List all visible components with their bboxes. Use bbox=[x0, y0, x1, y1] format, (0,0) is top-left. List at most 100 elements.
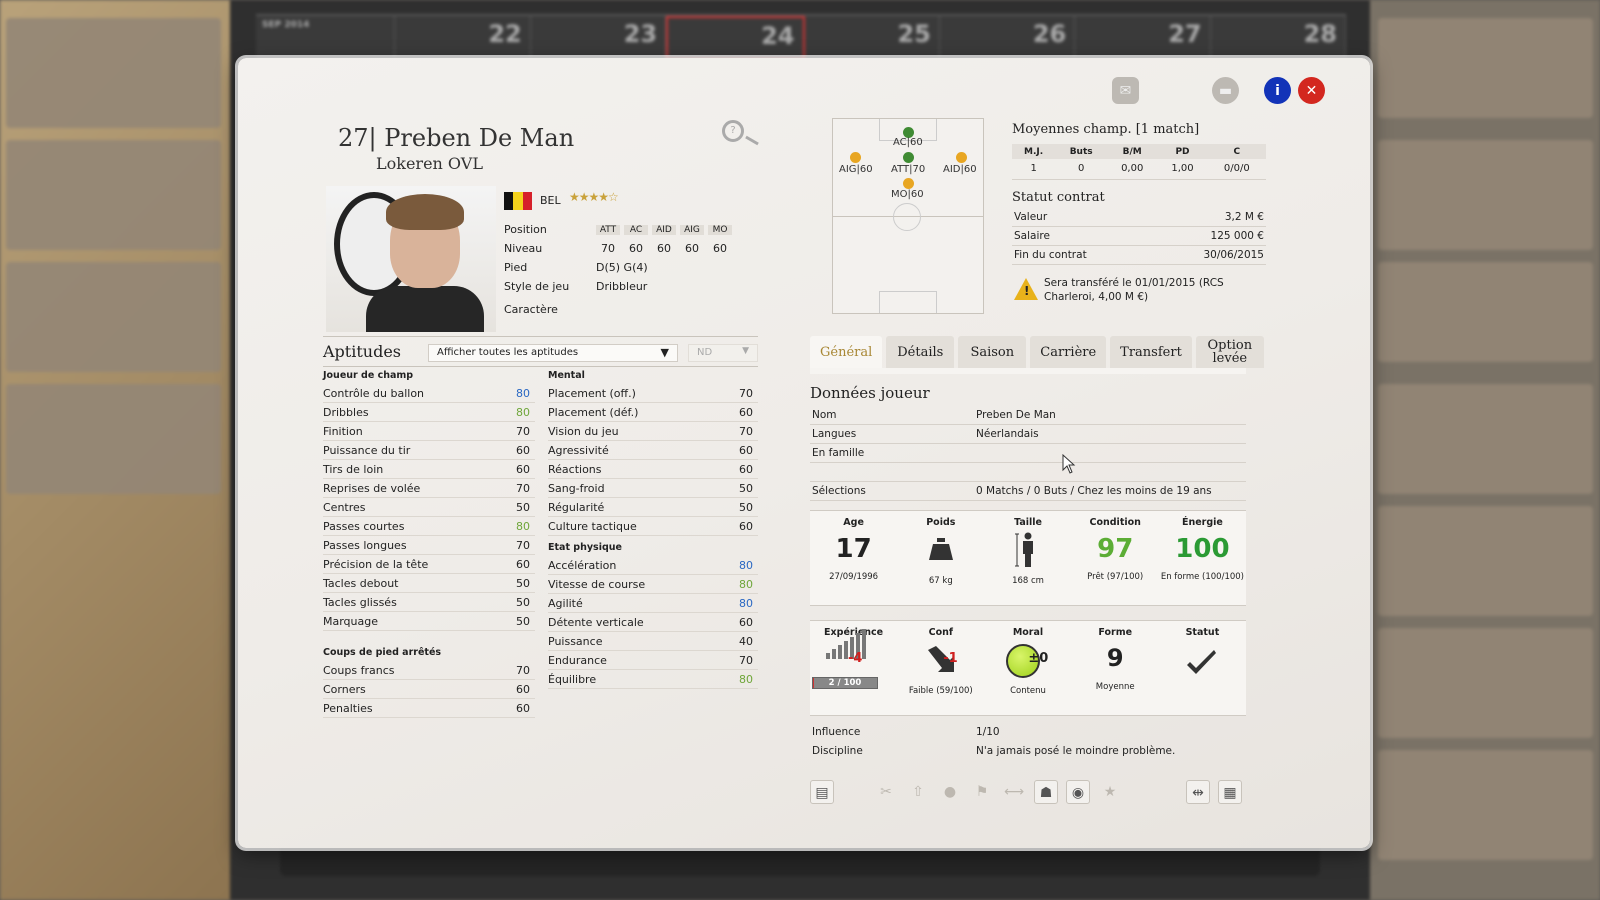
physique-skill-row: Vitesse de course 80 bbox=[548, 575, 758, 594]
eye-icon[interactable]: ◉ bbox=[1066, 780, 1090, 804]
compare-icon[interactable]: ⇹ bbox=[1186, 780, 1210, 804]
skill-value: 60 bbox=[516, 443, 530, 457]
info-icon: i bbox=[1275, 82, 1280, 99]
height-value: 168 cm bbox=[1012, 576, 1044, 586]
skill-value: 70 bbox=[516, 481, 530, 495]
player-data-title: Données joueur bbox=[810, 384, 930, 402]
tab-saison[interactable]: Saison bbox=[958, 336, 1027, 368]
skill-value: 80 bbox=[516, 519, 530, 533]
pied-label: Pied bbox=[504, 261, 528, 274]
meeting-icon[interactable]: ☗ bbox=[1034, 780, 1058, 804]
row-key: Influence bbox=[812, 725, 861, 738]
niveau-value: 60 bbox=[685, 242, 699, 255]
etat-physique-heading: Etat physique bbox=[548, 542, 622, 553]
niveau-value: 60 bbox=[713, 242, 727, 255]
contract-key: Salaire bbox=[1014, 230, 1050, 242]
bg-panel bbox=[6, 262, 221, 372]
skill-name: Accélération bbox=[548, 558, 617, 572]
averages-header-row: M.J. Buts B/M PD C bbox=[1012, 144, 1266, 159]
style-value: Dribbleur bbox=[596, 280, 648, 293]
pied-value: D(5) G(4) bbox=[596, 261, 648, 274]
skill-name: Coups francs bbox=[323, 663, 395, 677]
bg-panel bbox=[1378, 628, 1593, 738]
skill-name: Vision du jeu bbox=[548, 424, 619, 438]
joueur-skill-row: Dribbles 80 bbox=[323, 403, 535, 422]
stat-age: Age 17 27/09/1996 bbox=[810, 511, 897, 605]
club-name[interactable]: Lokeren OVL bbox=[376, 154, 574, 173]
notes-icon[interactable]: ▤ bbox=[810, 780, 834, 804]
tab-option-levee[interactable]: Option levée bbox=[1195, 336, 1264, 368]
bg-panel bbox=[1378, 140, 1593, 250]
spacer-row bbox=[810, 463, 1246, 482]
tab-transfert[interactable]: Transfert bbox=[1110, 336, 1192, 368]
joueur-skill-row: Précision de la tête 60 bbox=[323, 555, 535, 574]
skill-value: 60 bbox=[516, 701, 530, 715]
skill-name: Détente verticale bbox=[548, 615, 644, 629]
row-key: Sélections bbox=[812, 485, 866, 497]
player-data-row-langues: Langues Néerlandais bbox=[810, 425, 1246, 444]
condition-label: Prêt (97/100) bbox=[1087, 572, 1144, 582]
position-aid: AID bbox=[652, 224, 676, 235]
position-ac: AC bbox=[624, 224, 648, 235]
age-value: 17 bbox=[835, 534, 872, 564]
niveau-value: 60 bbox=[629, 242, 643, 255]
skill-value: 50 bbox=[516, 576, 530, 590]
aptitudes-filter-select[interactable]: Afficher toutes les aptitudes ▼ bbox=[428, 344, 678, 362]
mental-skill-row: Régularité 50 bbox=[548, 498, 758, 517]
contract-icon[interactable]: ⟷ bbox=[1002, 780, 1026, 804]
info-button[interactable]: i bbox=[1264, 77, 1291, 104]
tab-details[interactable]: Détails bbox=[886, 336, 955, 368]
training-icon[interactable]: ⚑ bbox=[970, 780, 994, 804]
bg-panel bbox=[6, 384, 221, 494]
chat-icon[interactable]: ● bbox=[938, 780, 962, 804]
loan-icon[interactable]: ⇧ bbox=[906, 780, 930, 804]
skill-name: Passes longues bbox=[323, 538, 407, 552]
physique-skill-row: Accélération 80 bbox=[548, 556, 758, 575]
skill-value: 60 bbox=[739, 405, 753, 419]
row-value: 0 Matchs / 0 Buts / Chez les moins de 19… bbox=[976, 485, 1212, 497]
magnifier-icon[interactable]: ? bbox=[722, 120, 744, 142]
star-rating: ★★★★☆ bbox=[569, 190, 619, 204]
position-att: ATT bbox=[596, 224, 620, 235]
skill-name: Tirs de loin bbox=[323, 462, 384, 476]
energy-value: 100 bbox=[1175, 534, 1230, 564]
style-row: Style de jeu Dribbleur bbox=[504, 277, 736, 296]
bg-panel bbox=[1378, 18, 1593, 118]
skill-value: 80 bbox=[739, 596, 753, 610]
skill-name: Régularité bbox=[548, 500, 605, 514]
tab-general[interactable]: Général bbox=[810, 336, 883, 368]
player-name: 27| Preben De Man bbox=[338, 124, 575, 152]
nd-select[interactable]: ND ▼ bbox=[688, 344, 758, 362]
joueur-skill-row: Tirs de loin 60 bbox=[323, 460, 535, 479]
position-header-row: Position ATT AC AID AIG MO bbox=[504, 220, 736, 239]
row-value: Preben De Man bbox=[976, 409, 1056, 421]
position-dot-aid bbox=[956, 152, 967, 163]
player-data-rows: Nom Preben De Man Langues Néerlandais En… bbox=[810, 406, 1246, 501]
stat-energie: Énergie 100 En forme (100/100) bbox=[1159, 511, 1246, 605]
skill-name: Contrôle du ballon bbox=[323, 386, 425, 400]
mail-button[interactable]: ✉ bbox=[1112, 77, 1139, 104]
close-button[interactable]: ✕ bbox=[1298, 77, 1325, 104]
star-icon[interactable]: ★ bbox=[1098, 780, 1122, 804]
row-key: Langues bbox=[812, 428, 857, 440]
stat-poids: Poids 67 kg bbox=[897, 511, 984, 605]
weight-icon bbox=[897, 532, 984, 572]
calendar-icon[interactable]: ▦ bbox=[1218, 780, 1242, 804]
joueur-skill-row: Passes courtes 80 bbox=[323, 517, 535, 536]
skill-value: 70 bbox=[739, 653, 753, 667]
tab-carriere[interactable]: Carrière bbox=[1030, 336, 1107, 368]
joueur-skill-row: Marquage 50 bbox=[323, 612, 535, 631]
release-icon[interactable]: ✂ bbox=[874, 780, 898, 804]
skill-name: Puissance du tir bbox=[323, 443, 411, 457]
skill-value: 70 bbox=[516, 663, 530, 677]
mental-skill-row: Vision du jeu 70 bbox=[548, 422, 758, 441]
transfer-button[interactable]: ▬ bbox=[1212, 77, 1239, 104]
bg-panel bbox=[1378, 750, 1593, 860]
player-data-rows-2: Influence 1/10 Discipline N'a jamais pos… bbox=[810, 722, 1246, 760]
position-label-att: ATT|70 bbox=[891, 164, 926, 175]
belgium-flag-icon bbox=[504, 192, 532, 210]
coups-skill-row: Corners 60 bbox=[323, 680, 535, 699]
stat-header: Conf bbox=[928, 627, 953, 638]
player-data-row-famille: En famille bbox=[810, 444, 1246, 463]
